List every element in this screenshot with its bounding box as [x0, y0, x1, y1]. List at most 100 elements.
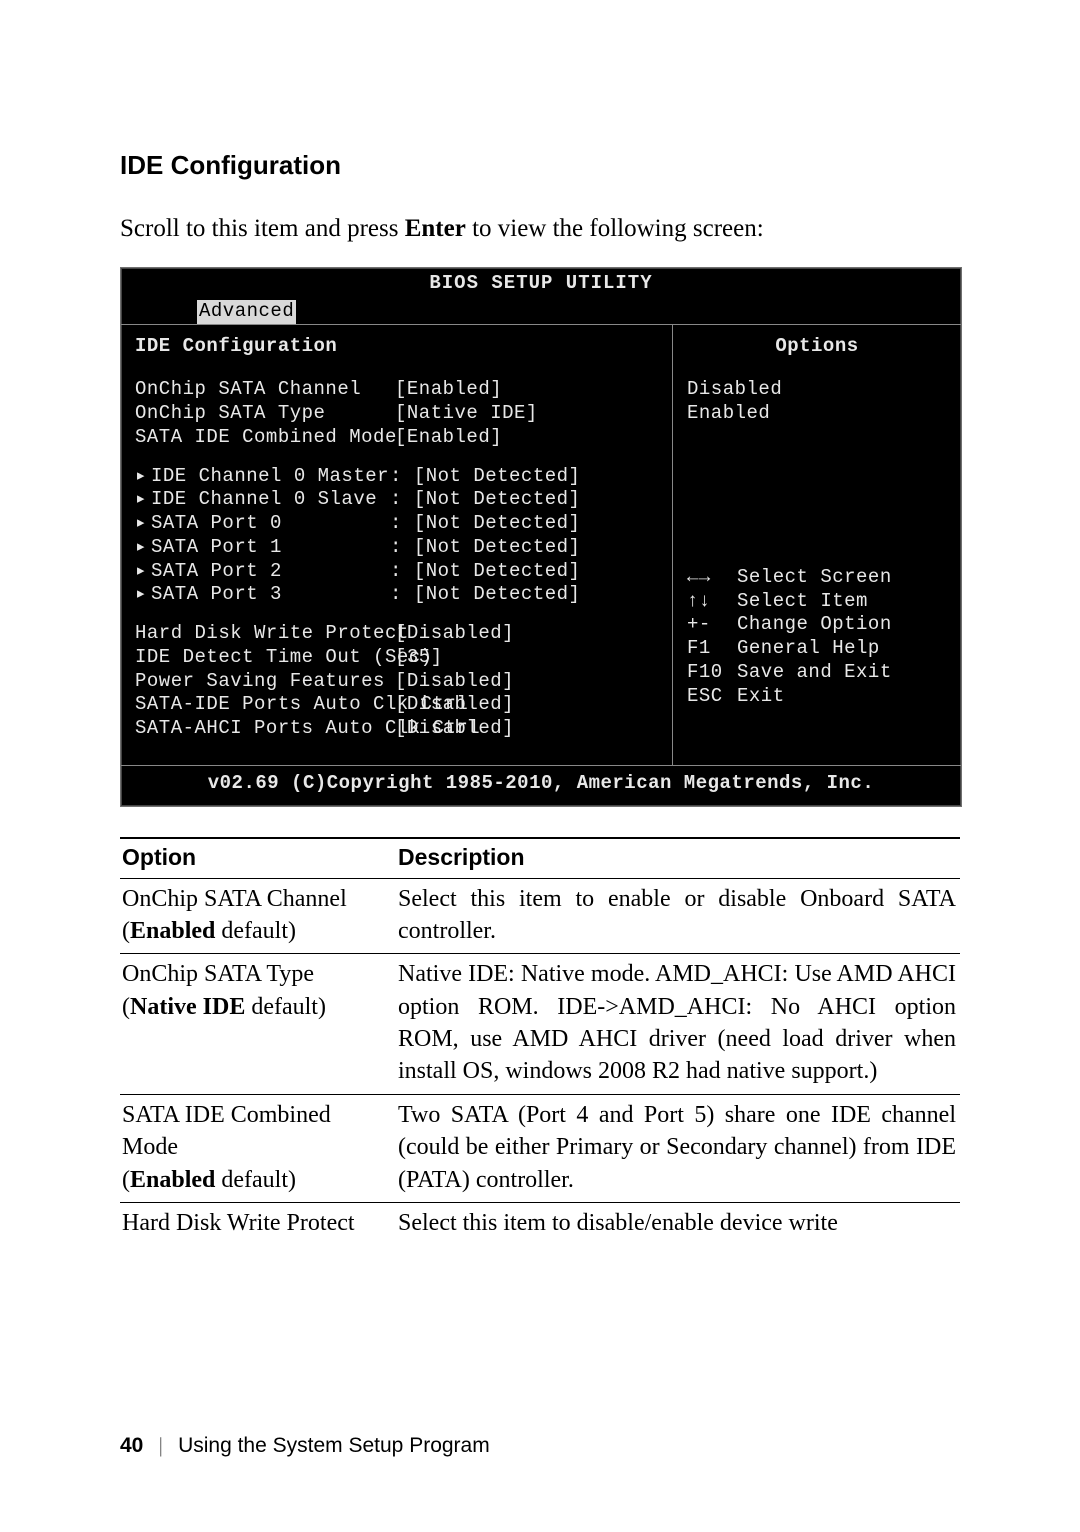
option-name: OnChip SATA Type [122, 961, 314, 987]
bios-action-label: Select Item [737, 590, 868, 614]
table-desc-cell: Select this item to enable or disable On… [396, 878, 960, 954]
bios-option-value[interactable]: Enabled [687, 402, 947, 426]
bios-setting-value: [Disabled] [395, 622, 514, 646]
table-head-description: Description [396, 838, 960, 879]
table-row: SATA IDE Combined Mode (Enabled default)… [120, 1094, 960, 1202]
bios-device-row[interactable]: ▸SATA Port 1: [Not Detected] [135, 536, 658, 560]
bios-device-label: SATA Port 0 [151, 512, 282, 534]
bios-setting-row[interactable]: IDE Detect Time Out (Sec)[35] [135, 646, 658, 670]
bios-setting-value: [Enabled] [395, 426, 502, 450]
table-head-option: Option [120, 838, 396, 879]
submenu-arrow-icon: ▸ [135, 488, 151, 512]
bios-setting-row[interactable]: SATA-AHCI Ports Auto Clk Ctrl[Disabled] [135, 717, 658, 741]
submenu-arrow-icon: ▸ [135, 583, 151, 607]
bios-device-row[interactable]: ▸IDE Channel 0 Master: [Not Detected] [135, 465, 658, 489]
bios-setting-label: OnChip SATA Type [135, 402, 395, 426]
option-default-bold: Enabled [130, 1167, 215, 1193]
bios-action-row: ESCExit [687, 685, 947, 709]
bios-screenshot: BIOS SETUP UTILITY Advanced IDE Configur… [120, 267, 962, 807]
bios-action-row: +-Change Option [687, 613, 947, 637]
table-option-cell: OnChip SATA Channel (Enabled default) [120, 878, 396, 954]
bios-option-value[interactable]: Disabled [687, 378, 947, 402]
bios-device-row[interactable]: ▸SATA Port 0: [Not Detected] [135, 512, 658, 536]
option-name: OnChip SATA Channel [122, 886, 347, 912]
table-option-cell: SATA IDE Combined Mode (Enabled default) [120, 1094, 396, 1202]
bios-setting-row[interactable]: Power Saving Features[Disabled] [135, 670, 658, 694]
bios-setting-label: SATA-AHCI Ports Auto Clk Ctrl [135, 717, 395, 741]
option-default-bold: Native IDE [130, 994, 245, 1020]
bios-left-header: IDE Configuration [135, 335, 658, 359]
bios-title: BIOS SETUP UTILITY [121, 268, 961, 300]
bios-action-label: Select Screen [737, 566, 892, 590]
table-desc-cell: Native IDE: Native mode. AMD_AHCI: Use A… [396, 954, 960, 1095]
bios-device-row[interactable]: ▸SATA Port 2: [Not Detected] [135, 560, 658, 584]
submenu-arrow-icon: ▸ [135, 465, 151, 489]
table-row: Hard Disk Write Protect Select this item… [120, 1203, 960, 1246]
bios-action-row: F1General Help [687, 637, 947, 661]
bios-device-value: [Not Detected] [414, 536, 581, 560]
bios-setting-label: Power Saving Features [135, 670, 395, 694]
bios-setting-value: [Enabled] [395, 378, 502, 402]
bios-setting-label: Hard Disk Write Protect [135, 622, 395, 646]
option-name: Hard Disk Write Protect [122, 1210, 355, 1236]
bios-action-key: F10 [687, 661, 737, 685]
option-default-bold: Enabled [130, 918, 215, 944]
intro-prefix: Scroll to this item and press [120, 215, 405, 242]
bios-device-row[interactable]: ▸IDE Channel 0 Slave: [Not Detected] [135, 488, 658, 512]
section-heading: IDE Configuration [120, 150, 960, 181]
table-row: OnChip SATA Type (Native IDE default) Na… [120, 954, 960, 1095]
bios-action-key: ESC [687, 685, 737, 709]
bios-device-label: SATA Port 2 [151, 560, 282, 582]
bios-device-label: IDE Channel 0 Slave [151, 488, 377, 510]
bios-setting-row[interactable]: SATA IDE Combined Mode[Enabled] [135, 426, 658, 450]
bios-device-value: [Not Detected] [414, 560, 581, 584]
bios-setting-row[interactable]: OnChip SATA Type[Native IDE] [135, 402, 658, 426]
bios-setting-value: [Disabled] [395, 717, 514, 741]
bios-action-key: ←→ [687, 566, 737, 590]
table-desc-cell: Select this item to disable/enable devic… [396, 1203, 960, 1246]
submenu-arrow-icon: ▸ [135, 512, 151, 536]
enter-key-label: Enter [405, 215, 466, 242]
option-default-tail: default) [245, 994, 326, 1020]
bios-setting-label: SATA-IDE Ports Auto Clk Ctrl [135, 693, 395, 717]
bios-action-row: ↑↓Select Item [687, 590, 947, 614]
page-number: 40 [120, 1434, 143, 1457]
bios-action-row: ←→Select Screen [687, 566, 947, 590]
bios-action-label: General Help [737, 637, 880, 661]
bios-setting-label: OnChip SATA Channel [135, 378, 395, 402]
bios-setting-row[interactable]: OnChip SATA Channel[Enabled] [135, 378, 658, 402]
table-option-cell: Hard Disk Write Protect [120, 1203, 396, 1246]
bios-action-key: ↑↓ [687, 590, 737, 614]
bios-tab-advanced[interactable]: Advanced [197, 300, 296, 324]
bios-setting-label: SATA IDE Combined Mode [135, 426, 395, 450]
bios-device-label: IDE Channel 0 Master [151, 465, 389, 487]
bios-tab-bar: Advanced [121, 300, 961, 324]
bios-setting-value: [Disabled] [395, 670, 514, 694]
table-row: OnChip SATA Channel (Enabled default) Se… [120, 878, 960, 954]
bios-device-value: [Not Detected] [414, 465, 581, 489]
bios-action-label: Save and Exit [737, 661, 892, 685]
bios-action-label: Change Option [737, 613, 892, 637]
bios-action-key: F1 [687, 637, 737, 661]
table-desc-cell: Two SATA (Port 4 and Port 5) share one I… [396, 1094, 960, 1202]
bios-device-row[interactable]: ▸SATA Port 3: [Not Detected] [135, 583, 658, 607]
bios-device-value: [Not Detected] [414, 488, 581, 512]
submenu-arrow-icon: ▸ [135, 536, 151, 560]
bios-setting-value: [35] [395, 646, 443, 670]
bios-setting-row[interactable]: Hard Disk Write Protect[Disabled] [135, 622, 658, 646]
footer-separator: | [149, 1433, 173, 1457]
bios-setting-row[interactable]: SATA-IDE Ports Auto Clk Ctrl[Disabled] [135, 693, 658, 717]
chapter-title: Using the System Setup Program [178, 1434, 490, 1457]
bios-options-header: Options [687, 335, 947, 359]
option-name: SATA IDE Combined Mode [122, 1102, 331, 1160]
bios-device-value: [Not Detected] [414, 583, 581, 607]
bios-device-label: SATA Port 1 [151, 536, 282, 558]
option-default-tail: default) [215, 1167, 296, 1193]
bios-action-label: Exit [737, 685, 785, 709]
bios-right-pane: Options Disabled Enabled ←→Select Screen… [673, 325, 961, 765]
bios-setting-label: IDE Detect Time Out (Sec) [135, 646, 395, 670]
bios-setting-value: [Native IDE] [395, 402, 538, 426]
page-footer: 40 | Using the System Setup Program [120, 1433, 490, 1458]
option-default-tail: default) [215, 918, 296, 944]
submenu-arrow-icon: ▸ [135, 560, 151, 584]
